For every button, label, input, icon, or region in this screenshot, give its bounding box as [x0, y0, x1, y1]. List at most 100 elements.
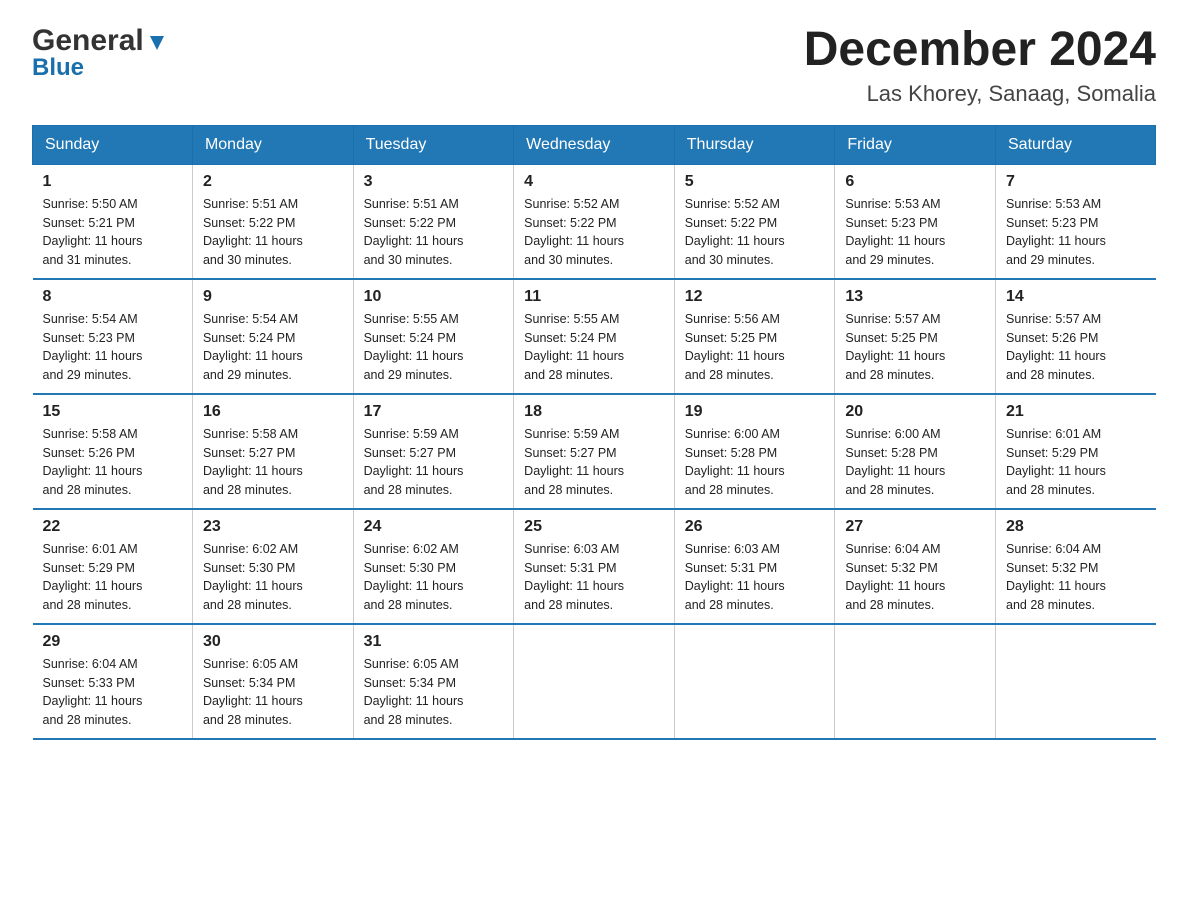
col-sunday: Sunday	[33, 125, 193, 164]
day-info: Sunrise: 5:54 AM Sunset: 5:23 PM Dayligh…	[43, 310, 182, 385]
day-info: Sunrise: 5:53 AM Sunset: 5:23 PM Dayligh…	[845, 195, 985, 270]
day-number: 5	[685, 173, 825, 191]
day-number: 12	[685, 288, 825, 306]
day-info: Sunrise: 6:05 AM Sunset: 5:34 PM Dayligh…	[203, 655, 343, 730]
day-info: Sunrise: 6:01 AM Sunset: 5:29 PM Dayligh…	[1006, 425, 1146, 500]
day-number: 6	[845, 173, 985, 191]
table-row: 6 Sunrise: 5:53 AM Sunset: 5:23 PM Dayli…	[835, 164, 996, 279]
logo-triangle-icon	[146, 32, 168, 54]
table-row: 21 Sunrise: 6:01 AM Sunset: 5:29 PM Dayl…	[996, 394, 1156, 509]
day-number: 9	[203, 288, 343, 306]
day-number: 11	[524, 288, 664, 306]
day-info: Sunrise: 5:52 AM Sunset: 5:22 PM Dayligh…	[524, 195, 664, 270]
table-row: 2 Sunrise: 5:51 AM Sunset: 5:22 PM Dayli…	[192, 164, 353, 279]
day-number: 8	[43, 288, 182, 306]
day-number: 26	[685, 518, 825, 536]
day-info: Sunrise: 5:59 AM Sunset: 5:27 PM Dayligh…	[364, 425, 504, 500]
day-number: 22	[43, 518, 182, 536]
day-info: Sunrise: 5:58 AM Sunset: 5:27 PM Dayligh…	[203, 425, 343, 500]
table-row: 12 Sunrise: 5:56 AM Sunset: 5:25 PM Dayl…	[674, 279, 835, 394]
calendar-row: 8 Sunrise: 5:54 AM Sunset: 5:23 PM Dayli…	[33, 279, 1156, 394]
day-info: Sunrise: 5:55 AM Sunset: 5:24 PM Dayligh…	[364, 310, 504, 385]
day-number: 28	[1006, 518, 1146, 536]
page-header: General Blue December 2024 Las Khorey, S…	[32, 24, 1156, 107]
day-info: Sunrise: 5:55 AM Sunset: 5:24 PM Dayligh…	[524, 310, 664, 385]
day-number: 1	[43, 173, 182, 191]
day-info: Sunrise: 6:03 AM Sunset: 5:31 PM Dayligh…	[685, 540, 825, 615]
table-row: 25 Sunrise: 6:03 AM Sunset: 5:31 PM Dayl…	[514, 509, 675, 624]
table-row: 27 Sunrise: 6:04 AM Sunset: 5:32 PM Dayl…	[835, 509, 996, 624]
table-row: 24 Sunrise: 6:02 AM Sunset: 5:30 PM Dayl…	[353, 509, 514, 624]
day-info: Sunrise: 6:04 AM Sunset: 5:32 PM Dayligh…	[845, 540, 985, 615]
table-row: 11 Sunrise: 5:55 AM Sunset: 5:24 PM Dayl…	[514, 279, 675, 394]
table-row: 3 Sunrise: 5:51 AM Sunset: 5:22 PM Dayli…	[353, 164, 514, 279]
table-row: 1 Sunrise: 5:50 AM Sunset: 5:21 PM Dayli…	[33, 164, 193, 279]
day-info: Sunrise: 6:02 AM Sunset: 5:30 PM Dayligh…	[203, 540, 343, 615]
day-number: 13	[845, 288, 985, 306]
day-info: Sunrise: 5:58 AM Sunset: 5:26 PM Dayligh…	[43, 425, 182, 500]
day-number: 24	[364, 518, 504, 536]
day-info: Sunrise: 6:04 AM Sunset: 5:33 PM Dayligh…	[43, 655, 182, 730]
day-number: 15	[43, 403, 182, 421]
title-section: December 2024 Las Khorey, Sanaag, Somali…	[804, 24, 1156, 107]
calendar-body: 1 Sunrise: 5:50 AM Sunset: 5:21 PM Dayli…	[33, 164, 1156, 739]
logo-blue-text: Blue	[32, 54, 84, 82]
day-number: 4	[524, 173, 664, 191]
day-info: Sunrise: 6:02 AM Sunset: 5:30 PM Dayligh…	[364, 540, 504, 615]
table-row: 10 Sunrise: 5:55 AM Sunset: 5:24 PM Dayl…	[353, 279, 514, 394]
day-info: Sunrise: 5:59 AM Sunset: 5:27 PM Dayligh…	[524, 425, 664, 500]
day-number: 14	[1006, 288, 1146, 306]
calendar-row: 29 Sunrise: 6:04 AM Sunset: 5:33 PM Dayl…	[33, 624, 1156, 739]
header-row: Sunday Monday Tuesday Wednesday Thursday…	[33, 125, 1156, 164]
day-info: Sunrise: 5:56 AM Sunset: 5:25 PM Dayligh…	[685, 310, 825, 385]
col-wednesday: Wednesday	[514, 125, 675, 164]
table-row: 5 Sunrise: 5:52 AM Sunset: 5:22 PM Dayli…	[674, 164, 835, 279]
day-info: Sunrise: 6:04 AM Sunset: 5:32 PM Dayligh…	[1006, 540, 1146, 615]
day-info: Sunrise: 6:00 AM Sunset: 5:28 PM Dayligh…	[685, 425, 825, 500]
calendar-header: Sunday Monday Tuesday Wednesday Thursday…	[33, 125, 1156, 164]
logo: General Blue	[32, 24, 168, 82]
day-info: Sunrise: 6:00 AM Sunset: 5:28 PM Dayligh…	[845, 425, 985, 500]
day-number: 10	[364, 288, 504, 306]
calendar-row: 22 Sunrise: 6:01 AM Sunset: 5:29 PM Dayl…	[33, 509, 1156, 624]
day-number: 3	[364, 173, 504, 191]
table-row: 20 Sunrise: 6:00 AM Sunset: 5:28 PM Dayl…	[835, 394, 996, 509]
calendar-subtitle: Las Khorey, Sanaag, Somalia	[804, 81, 1156, 107]
day-number: 2	[203, 173, 343, 191]
col-tuesday: Tuesday	[353, 125, 514, 164]
calendar-table: Sunday Monday Tuesday Wednesday Thursday…	[32, 125, 1156, 740]
table-row: 22 Sunrise: 6:01 AM Sunset: 5:29 PM Dayl…	[33, 509, 193, 624]
table-row	[674, 624, 835, 739]
table-row: 26 Sunrise: 6:03 AM Sunset: 5:31 PM Dayl…	[674, 509, 835, 624]
table-row: 16 Sunrise: 5:58 AM Sunset: 5:27 PM Dayl…	[192, 394, 353, 509]
col-thursday: Thursday	[674, 125, 835, 164]
table-row: 19 Sunrise: 6:00 AM Sunset: 5:28 PM Dayl…	[674, 394, 835, 509]
day-number: 21	[1006, 403, 1146, 421]
table-row: 14 Sunrise: 5:57 AM Sunset: 5:26 PM Dayl…	[996, 279, 1156, 394]
table-row	[835, 624, 996, 739]
day-info: Sunrise: 6:01 AM Sunset: 5:29 PM Dayligh…	[43, 540, 182, 615]
day-number: 20	[845, 403, 985, 421]
day-info: Sunrise: 5:51 AM Sunset: 5:22 PM Dayligh…	[203, 195, 343, 270]
day-number: 31	[364, 633, 504, 651]
day-number: 29	[43, 633, 182, 651]
day-info: Sunrise: 5:54 AM Sunset: 5:24 PM Dayligh…	[203, 310, 343, 385]
day-info: Sunrise: 5:51 AM Sunset: 5:22 PM Dayligh…	[364, 195, 504, 270]
table-row: 17 Sunrise: 5:59 AM Sunset: 5:27 PM Dayl…	[353, 394, 514, 509]
table-row: 31 Sunrise: 6:05 AM Sunset: 5:34 PM Dayl…	[353, 624, 514, 739]
day-info: Sunrise: 5:57 AM Sunset: 5:26 PM Dayligh…	[1006, 310, 1146, 385]
col-saturday: Saturday	[996, 125, 1156, 164]
day-info: Sunrise: 5:50 AM Sunset: 5:21 PM Dayligh…	[43, 195, 182, 270]
table-row: 8 Sunrise: 5:54 AM Sunset: 5:23 PM Dayli…	[33, 279, 193, 394]
day-number: 18	[524, 403, 664, 421]
col-monday: Monday	[192, 125, 353, 164]
table-row: 23 Sunrise: 6:02 AM Sunset: 5:30 PM Dayl…	[192, 509, 353, 624]
calendar-title: December 2024	[804, 24, 1156, 77]
table-row: 15 Sunrise: 5:58 AM Sunset: 5:26 PM Dayl…	[33, 394, 193, 509]
table-row: 29 Sunrise: 6:04 AM Sunset: 5:33 PM Dayl…	[33, 624, 193, 739]
day-info: Sunrise: 6:03 AM Sunset: 5:31 PM Dayligh…	[524, 540, 664, 615]
table-row: 7 Sunrise: 5:53 AM Sunset: 5:23 PM Dayli…	[996, 164, 1156, 279]
day-number: 27	[845, 518, 985, 536]
table-row	[514, 624, 675, 739]
table-row: 30 Sunrise: 6:05 AM Sunset: 5:34 PM Dayl…	[192, 624, 353, 739]
